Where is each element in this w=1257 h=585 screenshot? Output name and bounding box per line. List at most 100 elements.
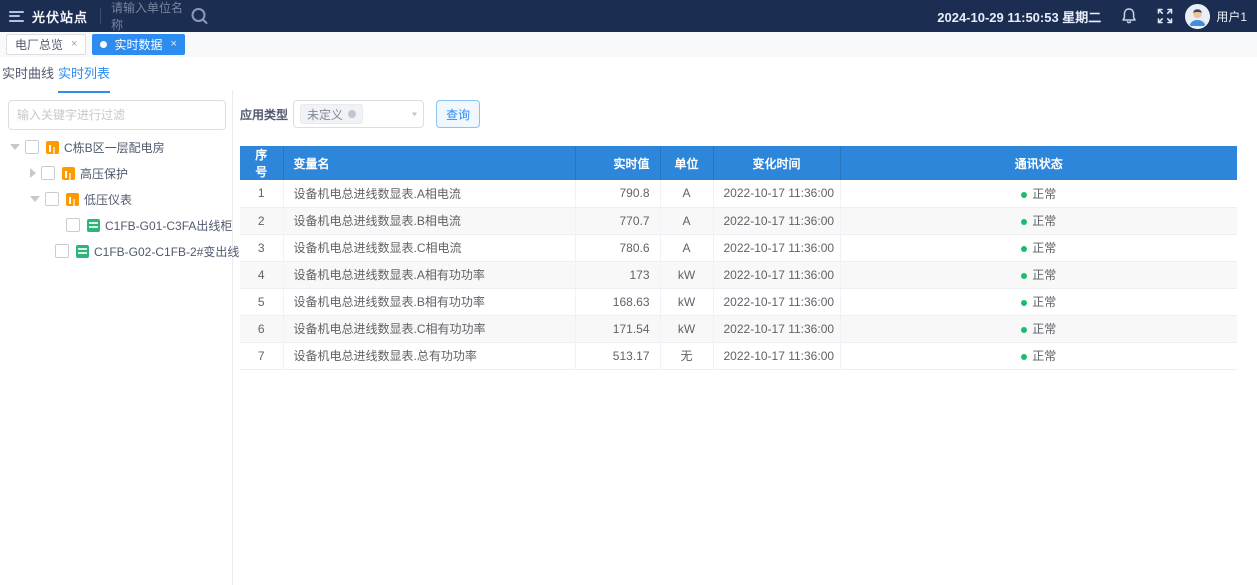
device-tree-panel: C栋B区一层配电房高压保护低压仪表 C1FB-G01-C3FA出线柜C1FB-G0… [0, 90, 233, 585]
table-cell: 2022-10-17 11:36:00 [713, 234, 840, 261]
table-cell: 5 [240, 288, 283, 315]
tree-checkbox[interactable] [66, 218, 80, 232]
table-row: 5设备机电总进线数显表.B相有功功率168.63kW2022-10-17 11:… [240, 288, 1237, 315]
table-row: 7设备机电总进线数显表.总有功功率513.17无2022-10-17 11:36… [240, 342, 1237, 369]
query-button[interactable]: 查询 [436, 100, 480, 128]
notification-bell-icon[interactable] [1121, 7, 1137, 25]
tree-node-1[interactable]: 高压保护 [0, 160, 233, 186]
table-cell: 1 [240, 180, 283, 207]
comm-status-cell: 正常 [840, 288, 1237, 315]
column-header: 序号 [240, 146, 283, 180]
close-icon[interactable]: × [71, 39, 77, 50]
selected-tag: 未定义 [300, 104, 363, 124]
user-avatar[interactable] [1185, 4, 1210, 29]
main-panel: 应用类型 未定义 ▾ 查询 序号变量名实时值单位变化时间通讯状态 1设备机电总进… [233, 90, 1257, 585]
table-cell: 无 [660, 342, 713, 369]
device-tree: C栋B区一层配电房高压保护低压仪表 C1FB-G01-C3FA出线柜C1FB-G0… [0, 134, 233, 264]
active-dot-icon [100, 41, 107, 48]
column-header: 变化时间 [713, 146, 840, 180]
tree-node-label: 高压保护 [80, 165, 128, 182]
table-cell: 设备机电总进线数显表.A相电流 [283, 180, 575, 207]
comm-status-cell: 正常 [840, 342, 1237, 369]
status-dot-icon [1021, 246, 1027, 252]
table-cell: A [660, 180, 713, 207]
status-dot-icon [1021, 354, 1027, 360]
tree-checkbox[interactable] [41, 166, 55, 180]
tab-label: 实时数据 [114, 36, 162, 53]
tab-realtime-data[interactable]: 实时数据 × [92, 34, 184, 55]
table-cell: 2022-10-17 11:36:00 [713, 180, 840, 207]
fullscreen-icon[interactable] [1157, 8, 1173, 24]
tree-node-label: C栋B区一层配电房 [64, 139, 165, 156]
table-cell: 770.7 [575, 207, 660, 234]
tree-caret-icon[interactable] [30, 196, 40, 202]
tree-checkbox[interactable] [25, 140, 39, 154]
tree-node-2[interactable]: 低压仪表 [0, 186, 233, 212]
table-cell: 2022-10-17 11:36:00 [713, 288, 840, 315]
comm-status-cell: 正常 [840, 207, 1237, 234]
table-cell: 2 [240, 207, 283, 234]
tab-realtime-list[interactable]: 实时列表 [58, 63, 110, 93]
tree-node-label: C1FB-G02-C1FB-2#变出线 [94, 243, 239, 260]
table-cell: 2022-10-17 11:36:00 [713, 342, 840, 369]
username-text[interactable]: 用户1 [1216, 8, 1247, 25]
comm-status-cell: 正常 [840, 234, 1237, 261]
content-area: C栋B区一层配电房高压保护低压仪表C1FB-G01-C3FA出线柜C1FB-G0… [0, 90, 1257, 585]
table-row: 3设备机电总进线数显表.C相电流780.6A2022-10-17 11:36:0… [240, 234, 1237, 261]
folder-icon [62, 167, 75, 180]
app-type-select[interactable]: 未定义 ▾ [293, 100, 424, 128]
table-cell: 7 [240, 342, 283, 369]
tree-node-label: 低压仪表 [84, 191, 132, 208]
status-dot-icon [1021, 219, 1027, 225]
table-cell: 780.6 [575, 234, 660, 261]
status-dot-icon [1021, 300, 1027, 306]
table-row: 1设备机电总进线数显表.A相电流790.8A2022-10-17 11:36:0… [240, 180, 1237, 207]
tab-plant-overview[interactable]: 电厂总览 × [6, 34, 86, 55]
comm-status-cell: 正常 [840, 180, 1237, 207]
table-cell: 设备机电总进线数显表.A相有功功率 [283, 261, 575, 288]
column-header: 变量名 [283, 146, 575, 180]
table-cell: 2022-10-17 11:36:00 [713, 261, 840, 288]
table-header-row: 序号变量名实时值单位变化时间通讯状态 [240, 146, 1237, 180]
device-icon [87, 219, 100, 232]
datetime-text: 2024-10-29 11:50:53 星期二 [937, 7, 1101, 26]
table-cell: kW [660, 315, 713, 342]
status-dot-icon [1021, 273, 1027, 279]
menu-toggle-icon[interactable] [9, 11, 24, 22]
tree-checkbox[interactable] [55, 244, 69, 258]
table-cell: 设备机电总进线数显表.总有功功率 [283, 342, 575, 369]
tree-caret-icon[interactable] [30, 168, 36, 178]
tree-node-0[interactable]: C栋B区一层配电房 [0, 134, 233, 160]
device-icon [76, 245, 89, 258]
tree-filter-input[interactable] [8, 100, 226, 130]
table-cell: 171.54 [575, 315, 660, 342]
comm-status-cell: 正常 [840, 261, 1237, 288]
table-cell: A [660, 207, 713, 234]
selected-tag-label: 未定义 [307, 106, 343, 123]
table-cell: 4 [240, 261, 283, 288]
table-cell: 设备机电总进线数显表.C相有功功率 [283, 315, 575, 342]
app-type-label: 应用类型 [240, 106, 288, 123]
close-icon[interactable]: × [170, 39, 176, 50]
table-cell: 设备机电总进线数显表.B相电流 [283, 207, 575, 234]
table-row: 2设备机电总进线数显表.B相电流770.7A2022-10-17 11:36:0… [240, 207, 1237, 234]
page: 光伏站点 请输入单位名称 2024-10-29 11:50:53 星期二 [0, 0, 1257, 585]
folder-icon [46, 141, 59, 154]
tree-node-3[interactable]: C1FB-G01-C3FA出线柜 [0, 212, 233, 238]
table-cell: 设备机电总进线数显表.C相电流 [283, 234, 575, 261]
unit-search-input[interactable]: 请输入单位名称 [111, 0, 183, 33]
tree-checkbox[interactable] [45, 192, 59, 206]
search-icon[interactable] [189, 6, 210, 27]
query-toolbar: 应用类型 未定义 ▾ 查询 [240, 100, 480, 128]
sub-tabs: 实时曲线 实时列表 [0, 57, 1257, 90]
column-header: 实时值 [575, 146, 660, 180]
comm-status-cell: 正常 [840, 315, 1237, 342]
tree-caret-icon[interactable] [10, 144, 20, 150]
tag-remove-icon[interactable] [348, 110, 356, 118]
table-cell: 6 [240, 315, 283, 342]
tree-node-4[interactable]: C1FB-G02-C1FB-2#变出线 [0, 238, 233, 264]
table-row: 6设备机电总进线数显表.C相有功功率171.54kW2022-10-17 11:… [240, 315, 1237, 342]
chevron-down-icon: ▾ [412, 110, 417, 119]
table-cell: 设备机电总进线数显表.B相有功功率 [283, 288, 575, 315]
tab-realtime-curve[interactable]: 实时曲线 [2, 63, 54, 91]
